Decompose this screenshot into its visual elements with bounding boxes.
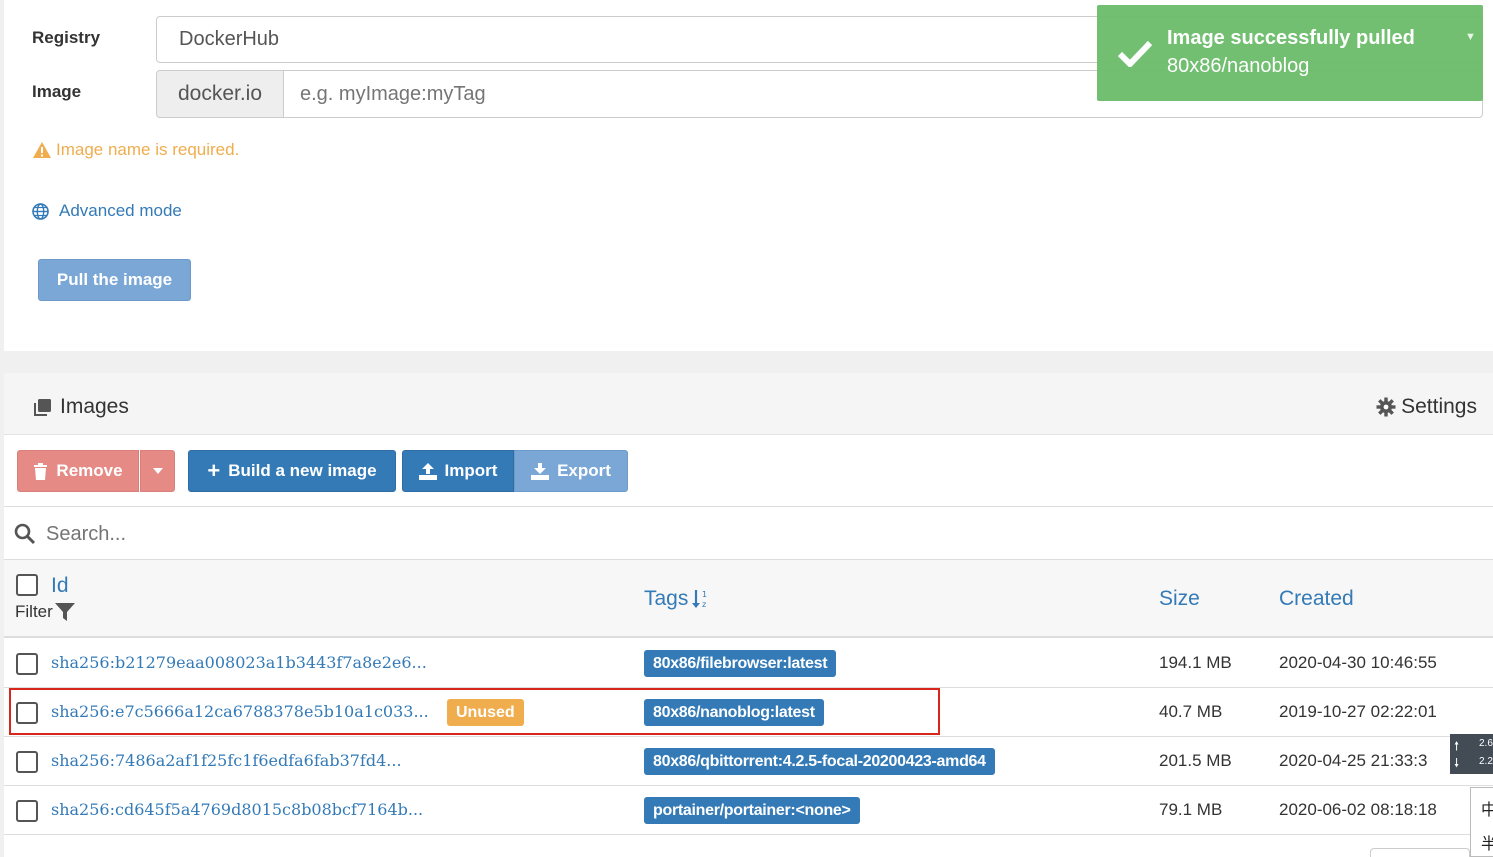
clone-icon xyxy=(34,399,51,416)
remove-button[interactable]: Remove xyxy=(17,450,139,492)
download-arrow-icon: 🠗 xyxy=(1454,756,1460,770)
remove-dropdown-toggle[interactable] xyxy=(140,450,175,492)
search-bar xyxy=(4,506,1493,560)
upload-speed: 2.6 xyxy=(1479,738,1493,749)
warning-text: Image name is required. xyxy=(56,140,240,159)
build-image-button[interactable]: + Build a new image xyxy=(188,450,396,492)
caret-down-icon xyxy=(152,468,163,474)
image-tag: portainer/portainer:<none> xyxy=(644,797,860,824)
toast-dropdown-icon[interactable]: ▼ xyxy=(1465,31,1476,43)
image-size: 40.7 MB xyxy=(1159,702,1223,721)
select-all-checkbox[interactable] xyxy=(16,574,38,596)
filter-icon xyxy=(54,603,75,621)
svg-text:z: z xyxy=(702,600,706,609)
image-id-link[interactable]: sha256:cd645f5a4769d8015c8b08bcf7164b... xyxy=(51,800,423,819)
image-created: 2020-04-25 21:33:3 xyxy=(1279,751,1428,770)
row-checkbox[interactable] xyxy=(16,702,38,724)
image-id-link[interactable]: sha256:7486a2af1f25fc1f6edfa6fab37fd4... xyxy=(51,751,402,770)
import-button[interactable]: Import xyxy=(402,450,514,492)
unused-badge: Unused xyxy=(447,699,524,726)
success-toast[interactable]: Image successfully pulled 80x86/nanoblog… xyxy=(1097,5,1483,101)
image-id-link[interactable]: sha256:b21279eaa008023a1b3443f7a8e2e6... xyxy=(51,653,427,672)
image-created: 2020-04-30 10:46:55 xyxy=(1279,653,1437,672)
advanced-mode-text: Advanced mode xyxy=(59,201,182,220)
ime-chinese-mode[interactable]: 中 xyxy=(1481,796,1493,820)
images-title: Images xyxy=(60,395,129,418)
export-label: Export xyxy=(557,461,611,480)
search-icon xyxy=(14,523,36,545)
remove-label: Remove xyxy=(56,461,123,480)
warning-icon xyxy=(33,142,51,158)
toast-title: Image successfully pulled xyxy=(1167,27,1415,49)
image-label: Image xyxy=(32,82,82,101)
image-created: 2019-10-27 02:22:01 xyxy=(1279,702,1437,721)
image-created: 2020-06-02 08:18:18 xyxy=(1279,800,1437,819)
table-header: Id Filter Tags 1z Size Created xyxy=(4,559,1493,638)
image-tag: 80x86/nanoblog:latest xyxy=(644,699,824,726)
image-tag: 80x86/qbittorrent:4.2.5-focal-20200423-a… xyxy=(644,748,995,775)
trash-icon xyxy=(34,462,48,480)
upload-icon xyxy=(418,462,437,480)
table-row[interactable]: sha256:e7c5666a12ca6788378e5b10a1c033...… xyxy=(4,688,1493,737)
row-checkbox[interactable] xyxy=(16,653,38,675)
search-input[interactable] xyxy=(44,517,1444,551)
row-checkbox[interactable] xyxy=(16,800,38,822)
ime-half-width[interactable]: 半 xyxy=(1481,830,1493,854)
column-created[interactable]: Created xyxy=(1279,587,1354,611)
column-tags[interactable]: Tags 1z xyxy=(644,587,710,611)
image-required-warning: Image name is required. xyxy=(32,140,239,160)
column-size[interactable]: Size xyxy=(1159,587,1200,611)
column-id[interactable]: Id xyxy=(51,574,69,598)
plus-icon: + xyxy=(207,458,221,483)
download-icon xyxy=(531,462,550,480)
image-registry-prefix: docker.io xyxy=(156,70,284,118)
advanced-mode-link[interactable]: Advanced mode xyxy=(32,201,182,221)
image-id-link[interactable]: sha256:e7c5666a12ca6788378e5b10a1c033... xyxy=(51,702,429,721)
partial-element xyxy=(1370,848,1470,857)
registry-label: Registry xyxy=(32,28,101,47)
row-checkbox[interactable] xyxy=(16,751,38,773)
settings-label: Settings xyxy=(1401,395,1477,418)
settings-button[interactable]: Settings xyxy=(1376,395,1477,419)
svg-text:1: 1 xyxy=(702,590,707,599)
registry-value: DockerHub xyxy=(179,28,280,50)
table-row[interactable]: sha256:b21279eaa008023a1b3443f7a8e2e6...… xyxy=(4,639,1493,688)
image-tag: 80x86/filebrowser:latest xyxy=(644,650,837,677)
import-label: Import xyxy=(444,461,498,480)
gear-icon xyxy=(1376,397,1396,417)
image-size: 194.1 MB xyxy=(1159,653,1232,672)
table-row[interactable]: sha256:cd645f5a4769d8015c8b08bcf7164b...… xyxy=(4,786,1493,835)
checkmark-icon xyxy=(1117,40,1153,67)
toast-message: 80x86/nanoblog xyxy=(1167,55,1310,77)
ime-toolbar[interactable]: 中 半 xyxy=(1470,787,1493,857)
pull-image-button[interactable]: Pull the image xyxy=(38,259,191,301)
export-button[interactable]: Export xyxy=(514,450,628,492)
network-speed-widget: 🠕 2.6 🠗 2.2 xyxy=(1450,734,1493,774)
image-size: 79.1 MB xyxy=(1159,800,1223,819)
build-label: Build a new image xyxy=(228,461,377,480)
column-tags-label: Tags xyxy=(644,587,689,610)
download-speed: 2.2 xyxy=(1479,756,1493,767)
filter-label: Filter xyxy=(15,602,53,621)
sort-alpha-icon: 1z xyxy=(692,590,707,609)
globe-icon xyxy=(32,202,49,220)
image-size: 201.5 MB xyxy=(1159,751,1232,770)
images-panel: Images Settings Remove + Build a new ima… xyxy=(4,373,1493,857)
table-row[interactable]: sha256:7486a2af1f25fc1f6edfa6fab37fd4...… xyxy=(4,737,1493,786)
filter-button[interactable]: Filter xyxy=(15,602,75,622)
images-header: Images Settings xyxy=(4,373,1493,435)
